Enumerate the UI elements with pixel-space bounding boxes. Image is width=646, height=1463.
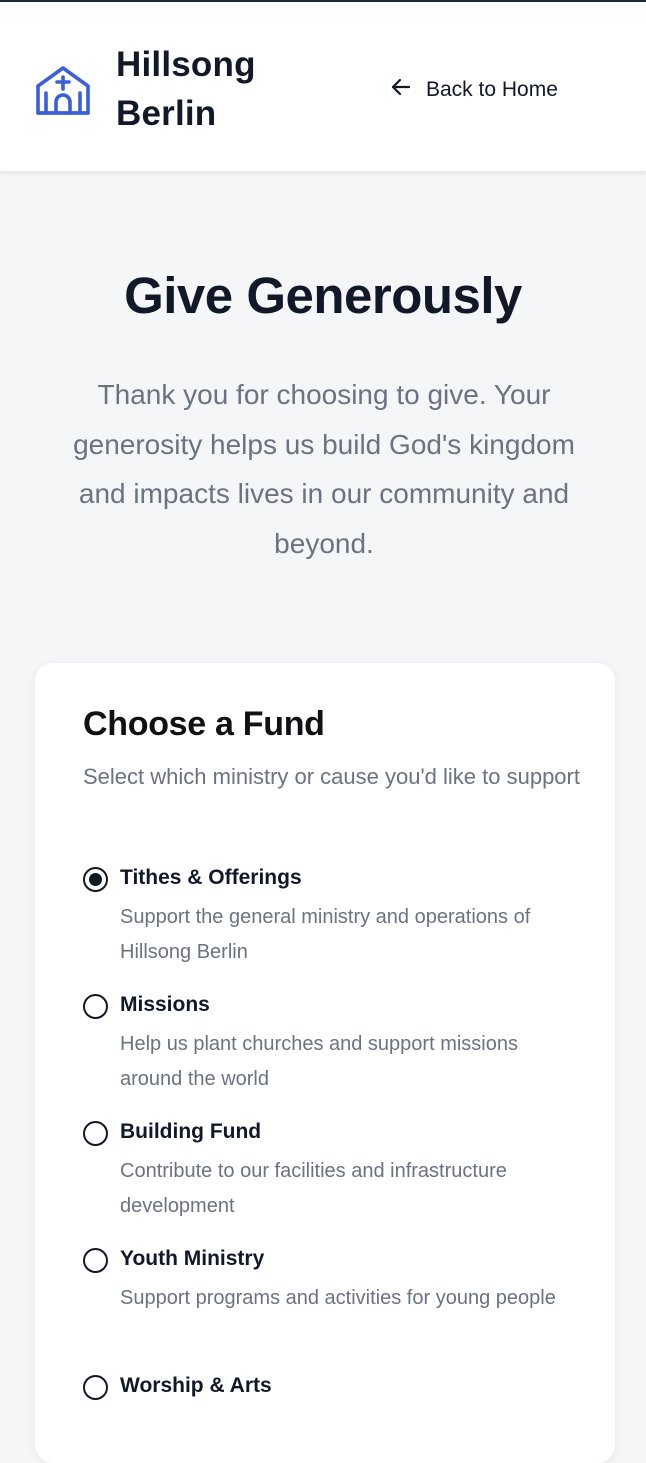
fund-name: Tithes & Offerings <box>120 866 302 889</box>
back-to-home-link[interactable]: Back to Home <box>390 70 558 110</box>
radio-youth[interactable] <box>83 1248 108 1273</box>
radio-building[interactable] <box>83 1121 108 1146</box>
fund-selection-card: Choose a Fund Select which ministry or c… <box>35 663 615 1463</box>
card-subtitle: Select which ministry or cause you'd lik… <box>83 764 580 789</box>
back-to-home-label: Back to Home <box>426 78 558 101</box>
fund-name: Worship & Arts <box>120 1374 272 1397</box>
fund-description: Contribute to our facilities and infrast… <box>120 1160 507 1217</box>
church-icon[interactable] <box>34 60 92 118</box>
brand-name-line2: Berlin <box>116 94 217 133</box>
brand-name[interactable]: Hillsong Berlin <box>116 40 286 138</box>
fund-description: Help us plant churches and support missi… <box>120 1033 518 1090</box>
fund-description: Support the general ministry and operati… <box>120 906 531 963</box>
intro-text: Thank you for choosing to give. Your gen… <box>73 379 575 559</box>
radio-worship[interactable] <box>83 1375 108 1400</box>
fund-name: Youth Ministry <box>120 1247 265 1270</box>
fund-name: Missions <box>120 993 210 1016</box>
brand-name-line1: Hillsong <box>116 45 256 84</box>
page-title: Give Generously <box>124 267 522 324</box>
radio-tithes[interactable] <box>83 867 108 892</box>
site-header: Hillsong Berlin Back to Home <box>0 2 646 172</box>
fund-description: Support programs and activities for youn… <box>120 1287 556 1309</box>
card-title: Choose a Fund <box>83 705 325 743</box>
fund-name: Building Fund <box>120 1120 262 1143</box>
arrow-left-icon <box>390 76 412 104</box>
radio-missions[interactable] <box>83 994 108 1019</box>
